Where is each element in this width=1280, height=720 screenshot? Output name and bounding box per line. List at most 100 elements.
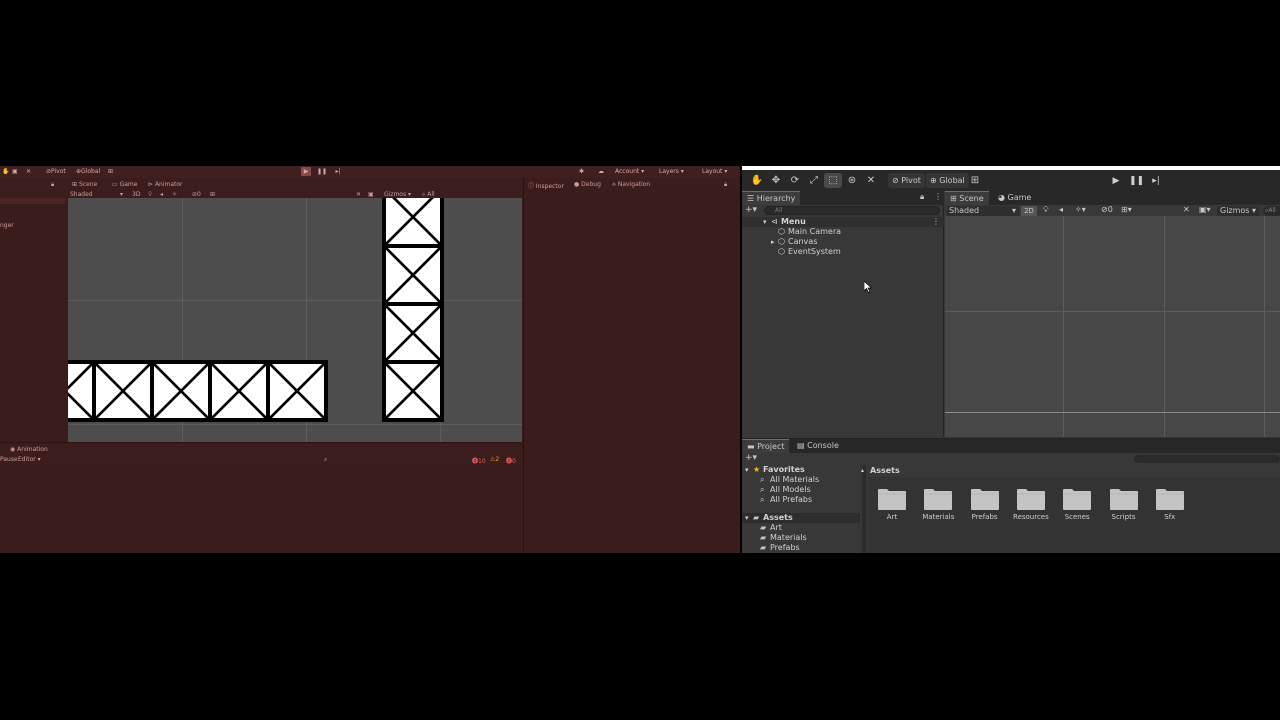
- message-count[interactable]: ⓿0: [506, 456, 516, 465]
- tree-favorite-item[interactable]: ⌕ All Materials: [742, 475, 860, 485]
- tools-icon[interactable]: ✕: [356, 191, 361, 198]
- error-count[interactable]: ⓿10: [472, 456, 486, 465]
- shaded-dropdown[interactable]: Shaded: [70, 191, 93, 198]
- rect-tool-icon[interactable]: ▣: [12, 168, 18, 175]
- left-hierarchy-selected-row[interactable]: [0, 198, 66, 204]
- hidden-objects-toggle[interactable]: ⊘0: [192, 191, 201, 198]
- scene-viewport[interactable]: [945, 216, 1280, 437]
- breadcrumb-assets[interactable]: Assets: [870, 465, 900, 477]
- project-search-input[interactable]: [1134, 455, 1280, 463]
- grid-snap-icon[interactable]: ⊞: [966, 173, 984, 188]
- asset-folder[interactable]: Scripts: [1104, 487, 1144, 521]
- crate-sprite[interactable]: [208, 360, 270, 422]
- collab-icon[interactable]: ✱: [579, 168, 584, 175]
- add-dropdown-icon[interactable]: +▾: [745, 205, 757, 215]
- effects-icon[interactable]: ✧: [172, 191, 177, 198]
- tree-favorites[interactable]: ▾ ★ Favorites: [742, 465, 860, 475]
- lock-icon[interactable]: 🔒︎: [51, 181, 54, 189]
- tab-game[interactable]: ▭ Game: [112, 181, 137, 188]
- tab-scene[interactable]: ⊞ Scene: [945, 191, 989, 205]
- camera-icon[interactable]: ▣▾: [1199, 205, 1211, 214]
- tab-scene[interactable]: ⊞ Scene: [72, 181, 97, 188]
- asset-folder[interactable]: Scenes: [1057, 487, 1097, 521]
- console-search-icon[interactable]: ⌕: [324, 456, 327, 464]
- global-toggle[interactable]: ⊕Global: [76, 168, 100, 175]
- grid-snap-icon[interactable]: ⊞: [108, 168, 113, 175]
- grid-icon[interactable]: ⊞: [210, 191, 215, 198]
- audio-icon[interactable]: ◂: [1059, 205, 1063, 214]
- tree-asset-folder[interactable]: ▰ Art: [742, 523, 860, 533]
- pause-button[interactable]: ❚❚: [317, 167, 327, 176]
- tab-project[interactable]: ▬ Project: [742, 439, 790, 453]
- asset-folder[interactable]: Art: [872, 487, 912, 521]
- scale-tool-icon[interactable]: ⤢: [805, 173, 823, 188]
- crate-sprite[interactable]: [92, 360, 154, 422]
- tab-animator[interactable]: ⊳ Animator: [148, 181, 183, 188]
- transform-tool-icon[interactable]: ⊛: [843, 173, 861, 188]
- rotate-tool-icon[interactable]: ⟳: [786, 173, 804, 188]
- tab-inspector[interactable]: ⓘ Inspector: [528, 181, 564, 190]
- crate-sprite[interactable]: [150, 360, 212, 422]
- cloud-icon[interactable]: ☁: [598, 168, 604, 175]
- more-menu-icon[interactable]: ⋮: [934, 192, 942, 201]
- account-dropdown[interactable]: Account ▾: [615, 168, 644, 175]
- tree-favorite-item[interactable]: ⌕ All Prefabs: [742, 495, 860, 505]
- audio-icon[interactable]: ◂: [160, 191, 163, 198]
- mode-2d-toggle[interactable]: 3D: [132, 191, 140, 198]
- hand-tool-icon[interactable]: ✋: [2, 168, 9, 175]
- pause-toggle[interactable]: Pause: [0, 456, 18, 463]
- pause-button[interactable]: ❚❚: [1129, 174, 1144, 188]
- crate-sprite[interactable]: [382, 302, 444, 364]
- gizmos-dropdown[interactable]: Gizmos ▾: [384, 191, 411, 198]
- asset-folder[interactable]: Materials: [918, 487, 958, 521]
- warning-count[interactable]: ⚠2: [490, 456, 499, 463]
- tab-navigation[interactable]: ⟡ Navigation: [612, 181, 650, 189]
- hidden-objects-toggle[interactable]: ⊘0: [1101, 205, 1113, 214]
- pivot-toggle[interactable]: ⊘Pivot: [46, 168, 66, 175]
- custom-tool-icon[interactable]: ✕: [26, 168, 31, 175]
- tab-animation[interactable]: ◉ Animation: [10, 446, 48, 453]
- custom-tool-icon[interactable]: ✕: [862, 173, 880, 188]
- shaded-dropdown[interactable]: Shaded ▾: [947, 206, 1019, 216]
- gizmos-dropdown[interactable]: Gizmos ▾: [1217, 206, 1260, 216]
- light-icon[interactable]: 💡︎: [1043, 205, 1049, 215]
- play-button[interactable]: ▶: [1109, 174, 1123, 188]
- asset-folder[interactable]: Resources: [1011, 487, 1051, 521]
- crate-sprite[interactable]: [382, 198, 444, 248]
- camera-icon[interactable]: ▣: [368, 191, 374, 198]
- layers-dropdown[interactable]: Layers ▾: [659, 168, 684, 175]
- hierarchy-item-canvas[interactable]: ▸ ⬡ Canvas: [742, 237, 944, 247]
- step-button[interactable]: ▸|: [1149, 174, 1163, 188]
- collapse-icon[interactable]: ▴: [861, 465, 864, 477]
- scene-search[interactable]: ⌕All: [1263, 206, 1280, 216]
- tree-asset-folder[interactable]: ▰ Prefabs: [742, 543, 860, 553]
- tab-game[interactable]: ◕ Game: [993, 191, 1036, 205]
- move-tool-icon[interactable]: ✥: [767, 173, 785, 188]
- hierarchy-item-main-camera[interactable]: ⬡ Main Camera: [742, 227, 944, 237]
- add-asset-icon[interactable]: +▾: [745, 453, 757, 463]
- collapse-arrow-icon[interactable]: ▸: [771, 237, 775, 247]
- crate-sprite[interactable]: [266, 360, 328, 422]
- scene-more-icon[interactable]: ⋮: [932, 217, 940, 227]
- crate-sprite[interactable]: [382, 360, 444, 422]
- expand-arrow-icon[interactable]: ▾: [745, 465, 749, 475]
- tools-icon[interactable]: ✕: [1183, 205, 1190, 214]
- hierarchy-search-input[interactable]: All: [764, 206, 940, 215]
- mode-2d-toggle[interactable]: 2D: [1021, 206, 1037, 216]
- tree-scrollbar[interactable]: [862, 465, 866, 553]
- global-toggle[interactable]: ⊕ Global: [926, 173, 969, 188]
- grid-icon[interactable]: ⊞▾: [1121, 205, 1132, 214]
- effects-icon[interactable]: ✧▾: [1075, 205, 1086, 214]
- asset-folder[interactable]: Sfx: [1150, 487, 1190, 521]
- asset-folder[interactable]: Prefabs: [965, 487, 1005, 521]
- lock-icon[interactable]: 🔒︎: [920, 192, 924, 202]
- inspector-lock-icon[interactable]: 🔒︎: [724, 181, 727, 189]
- left-scene-viewport[interactable]: [68, 198, 522, 442]
- editor-dropdown[interactable]: Editor ▾: [18, 456, 41, 463]
- hierarchy-item-menu[interactable]: ▾ ⊲ Menu ⋮: [742, 217, 944, 227]
- tree-assets[interactable]: ▾ ▰ Assets: [742, 513, 860, 523]
- hand-tool-icon[interactable]: ✋: [748, 173, 766, 188]
- play-button[interactable]: ▶: [301, 167, 311, 176]
- expand-arrow-icon[interactable]: ▾: [763, 217, 767, 227]
- tab-debug[interactable]: ● Debug: [574, 181, 601, 188]
